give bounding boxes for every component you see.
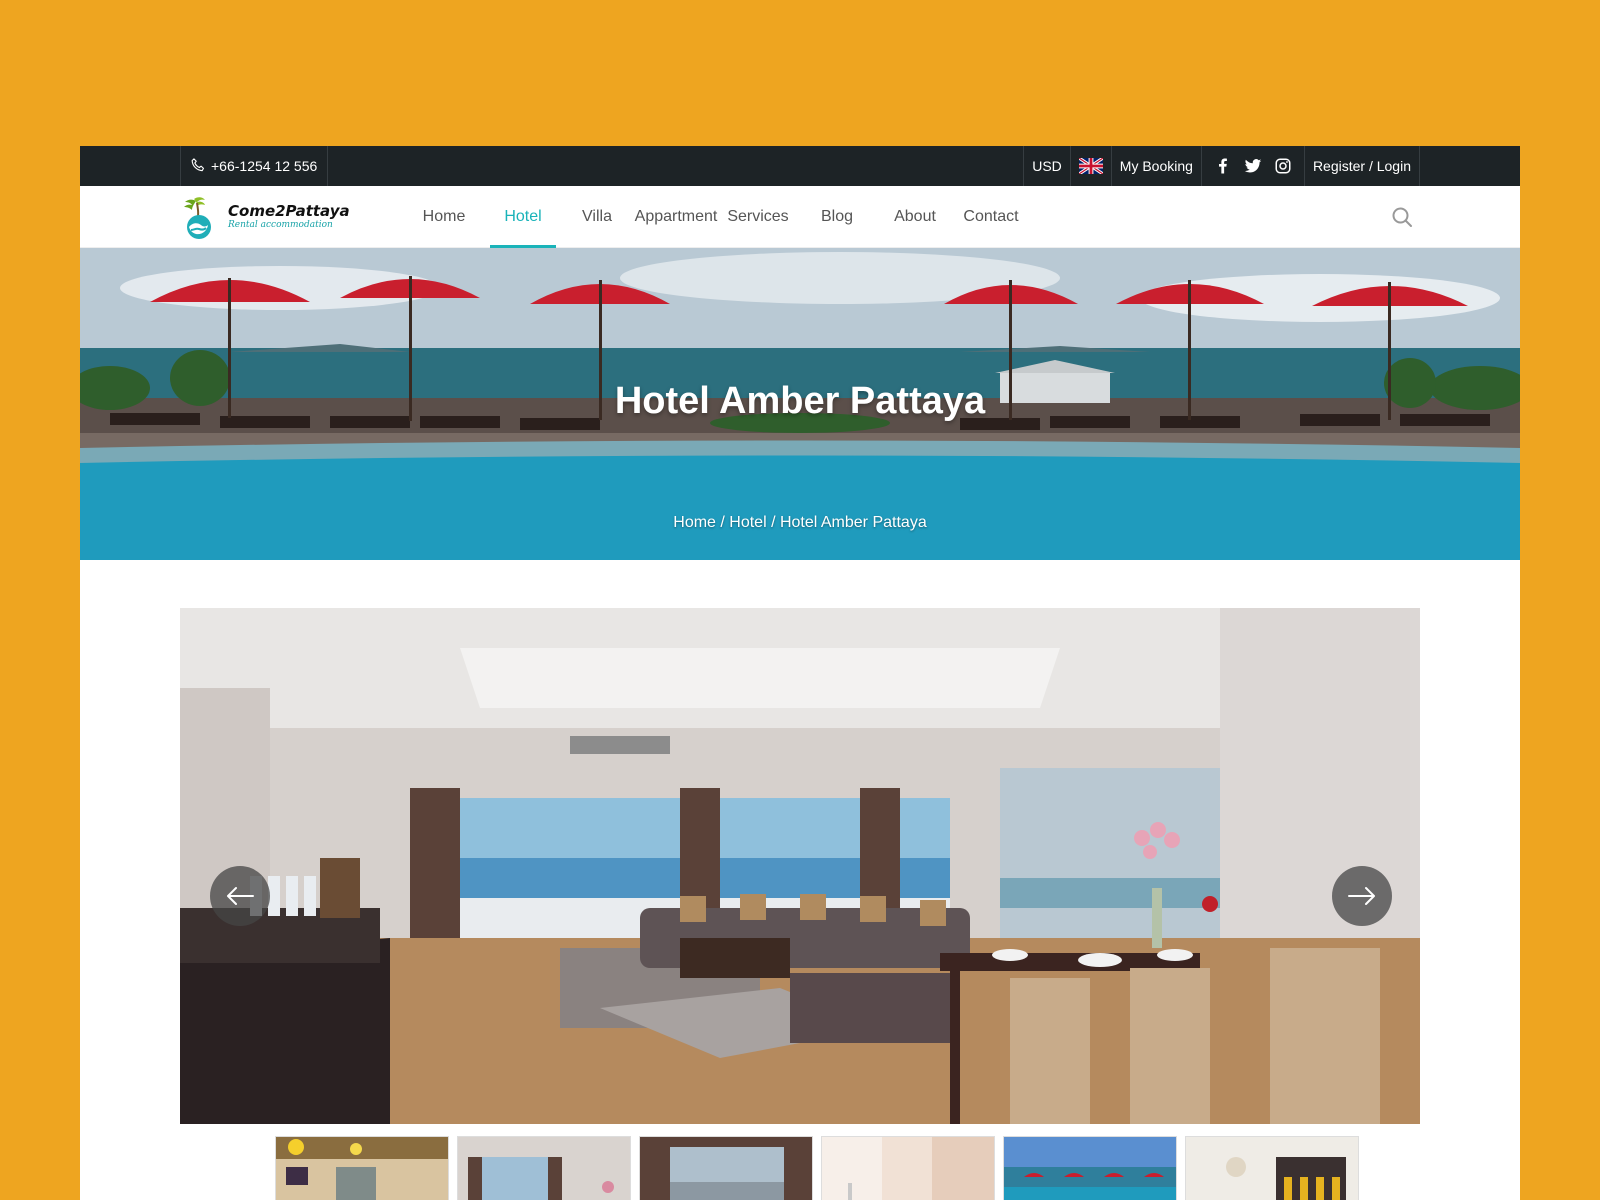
- my-booking-link[interactable]: My Booking: [1110, 146, 1201, 186]
- gallery-thumbnail[interactable]: [457, 1136, 631, 1200]
- breadcrumb[interactable]: Home / Hotel / Hotel Amber Pattaya: [80, 514, 1520, 532]
- my-booking-label: My Booking: [1119, 158, 1193, 174]
- gallery-thumbnail[interactable]: [821, 1136, 995, 1200]
- nav-label: Villa: [582, 208, 612, 225]
- nav-label: Home: [422, 208, 466, 225]
- hero-banner: Hotel Amber Pattaya Home / Hotel / Hotel…: [80, 248, 1520, 560]
- nav-item-villa[interactable]: Villa: [564, 186, 630, 248]
- instagram-icon[interactable]: [1274, 157, 1292, 175]
- gallery-thumbnail[interactable]: [1185, 1136, 1359, 1200]
- currency-selector[interactable]: USD: [1023, 146, 1070, 186]
- page-title: Hotel Amber Pattaya: [614, 380, 986, 422]
- gallery-thumbnails: [275, 1136, 1359, 1200]
- gallery-thumbnail[interactable]: [639, 1136, 813, 1200]
- nav-item-appartment[interactable]: Appartment: [630, 186, 722, 248]
- brand-tagline: Rental accommodation: [228, 220, 333, 230]
- main-menu: Home Hotel Villa Appartment Services Blo…: [410, 186, 1024, 248]
- nav-item-about[interactable]: About: [882, 186, 948, 248]
- lobby-thumbnail-image: [276, 1137, 448, 1200]
- register-login-link[interactable]: Register / Login: [1303, 146, 1420, 186]
- top-bar: +66-1254 12 556 USD My Booking Register …: [80, 146, 1520, 186]
- brand-logo[interactable]: Come2Pattaya Rental accommodation: [180, 186, 350, 248]
- nav-label: Blog: [820, 208, 854, 225]
- website-frame: +66-1254 12 556 USD My Booking Register …: [80, 146, 1520, 1200]
- arrow-left-icon: [227, 887, 254, 905]
- nav-item-hotel[interactable]: Hotel: [490, 186, 556, 248]
- arrow-right-icon: [1348, 887, 1375, 905]
- restaurant-thumbnail-image: [1186, 1137, 1358, 1200]
- phone-number: +66-1254 12 556: [211, 158, 318, 174]
- twitter-icon[interactable]: [1244, 157, 1262, 175]
- window-view-thumbnail-image: [640, 1137, 812, 1200]
- gallery-next-button[interactable]: [1332, 866, 1392, 926]
- gallery-main-image: [180, 608, 1420, 1124]
- nav-item-home[interactable]: Home: [410, 186, 478, 248]
- gallery-thumbnail[interactable]: [275, 1136, 449, 1200]
- currency-label: USD: [1032, 158, 1062, 174]
- gallery-prev-button[interactable]: [210, 866, 270, 926]
- nav-label: About: [894, 208, 936, 225]
- uk-flag-icon: [1078, 158, 1103, 174]
- phone-contact[interactable]: +66-1254 12 556: [180, 146, 329, 186]
- main-navbar: Come2Pattaya Rental accommodation Home H…: [80, 186, 1520, 248]
- suite-thumbnail-image: [458, 1137, 630, 1200]
- nav-item-contact[interactable]: Contact: [958, 186, 1024, 248]
- nav-label: Hotel: [504, 208, 542, 225]
- palm-wave-logo-icon: [184, 197, 211, 239]
- search-icon[interactable]: [1390, 205, 1414, 229]
- nav-item-blog[interactable]: Blog: [804, 186, 870, 248]
- nav-label: Services: [727, 208, 789, 225]
- gallery-thumbnail[interactable]: [1003, 1136, 1177, 1200]
- nav-label: Appartment: [634, 208, 718, 225]
- language-selector[interactable]: [1069, 146, 1111, 186]
- pool-thumbnail-image: [1004, 1137, 1176, 1200]
- photo-gallery: [180, 608, 1420, 1124]
- bathroom-thumbnail-image: [822, 1137, 994, 1200]
- nav-item-services[interactable]: Services: [722, 186, 794, 248]
- facebook-icon[interactable]: [1214, 157, 1232, 175]
- nav-label: Contact: [963, 208, 1019, 225]
- social-links: [1200, 146, 1304, 186]
- brand-name: Come2Pattaya: [228, 202, 350, 220]
- phone-icon: [191, 158, 205, 172]
- register-login-label: Register / Login: [1312, 158, 1411, 174]
